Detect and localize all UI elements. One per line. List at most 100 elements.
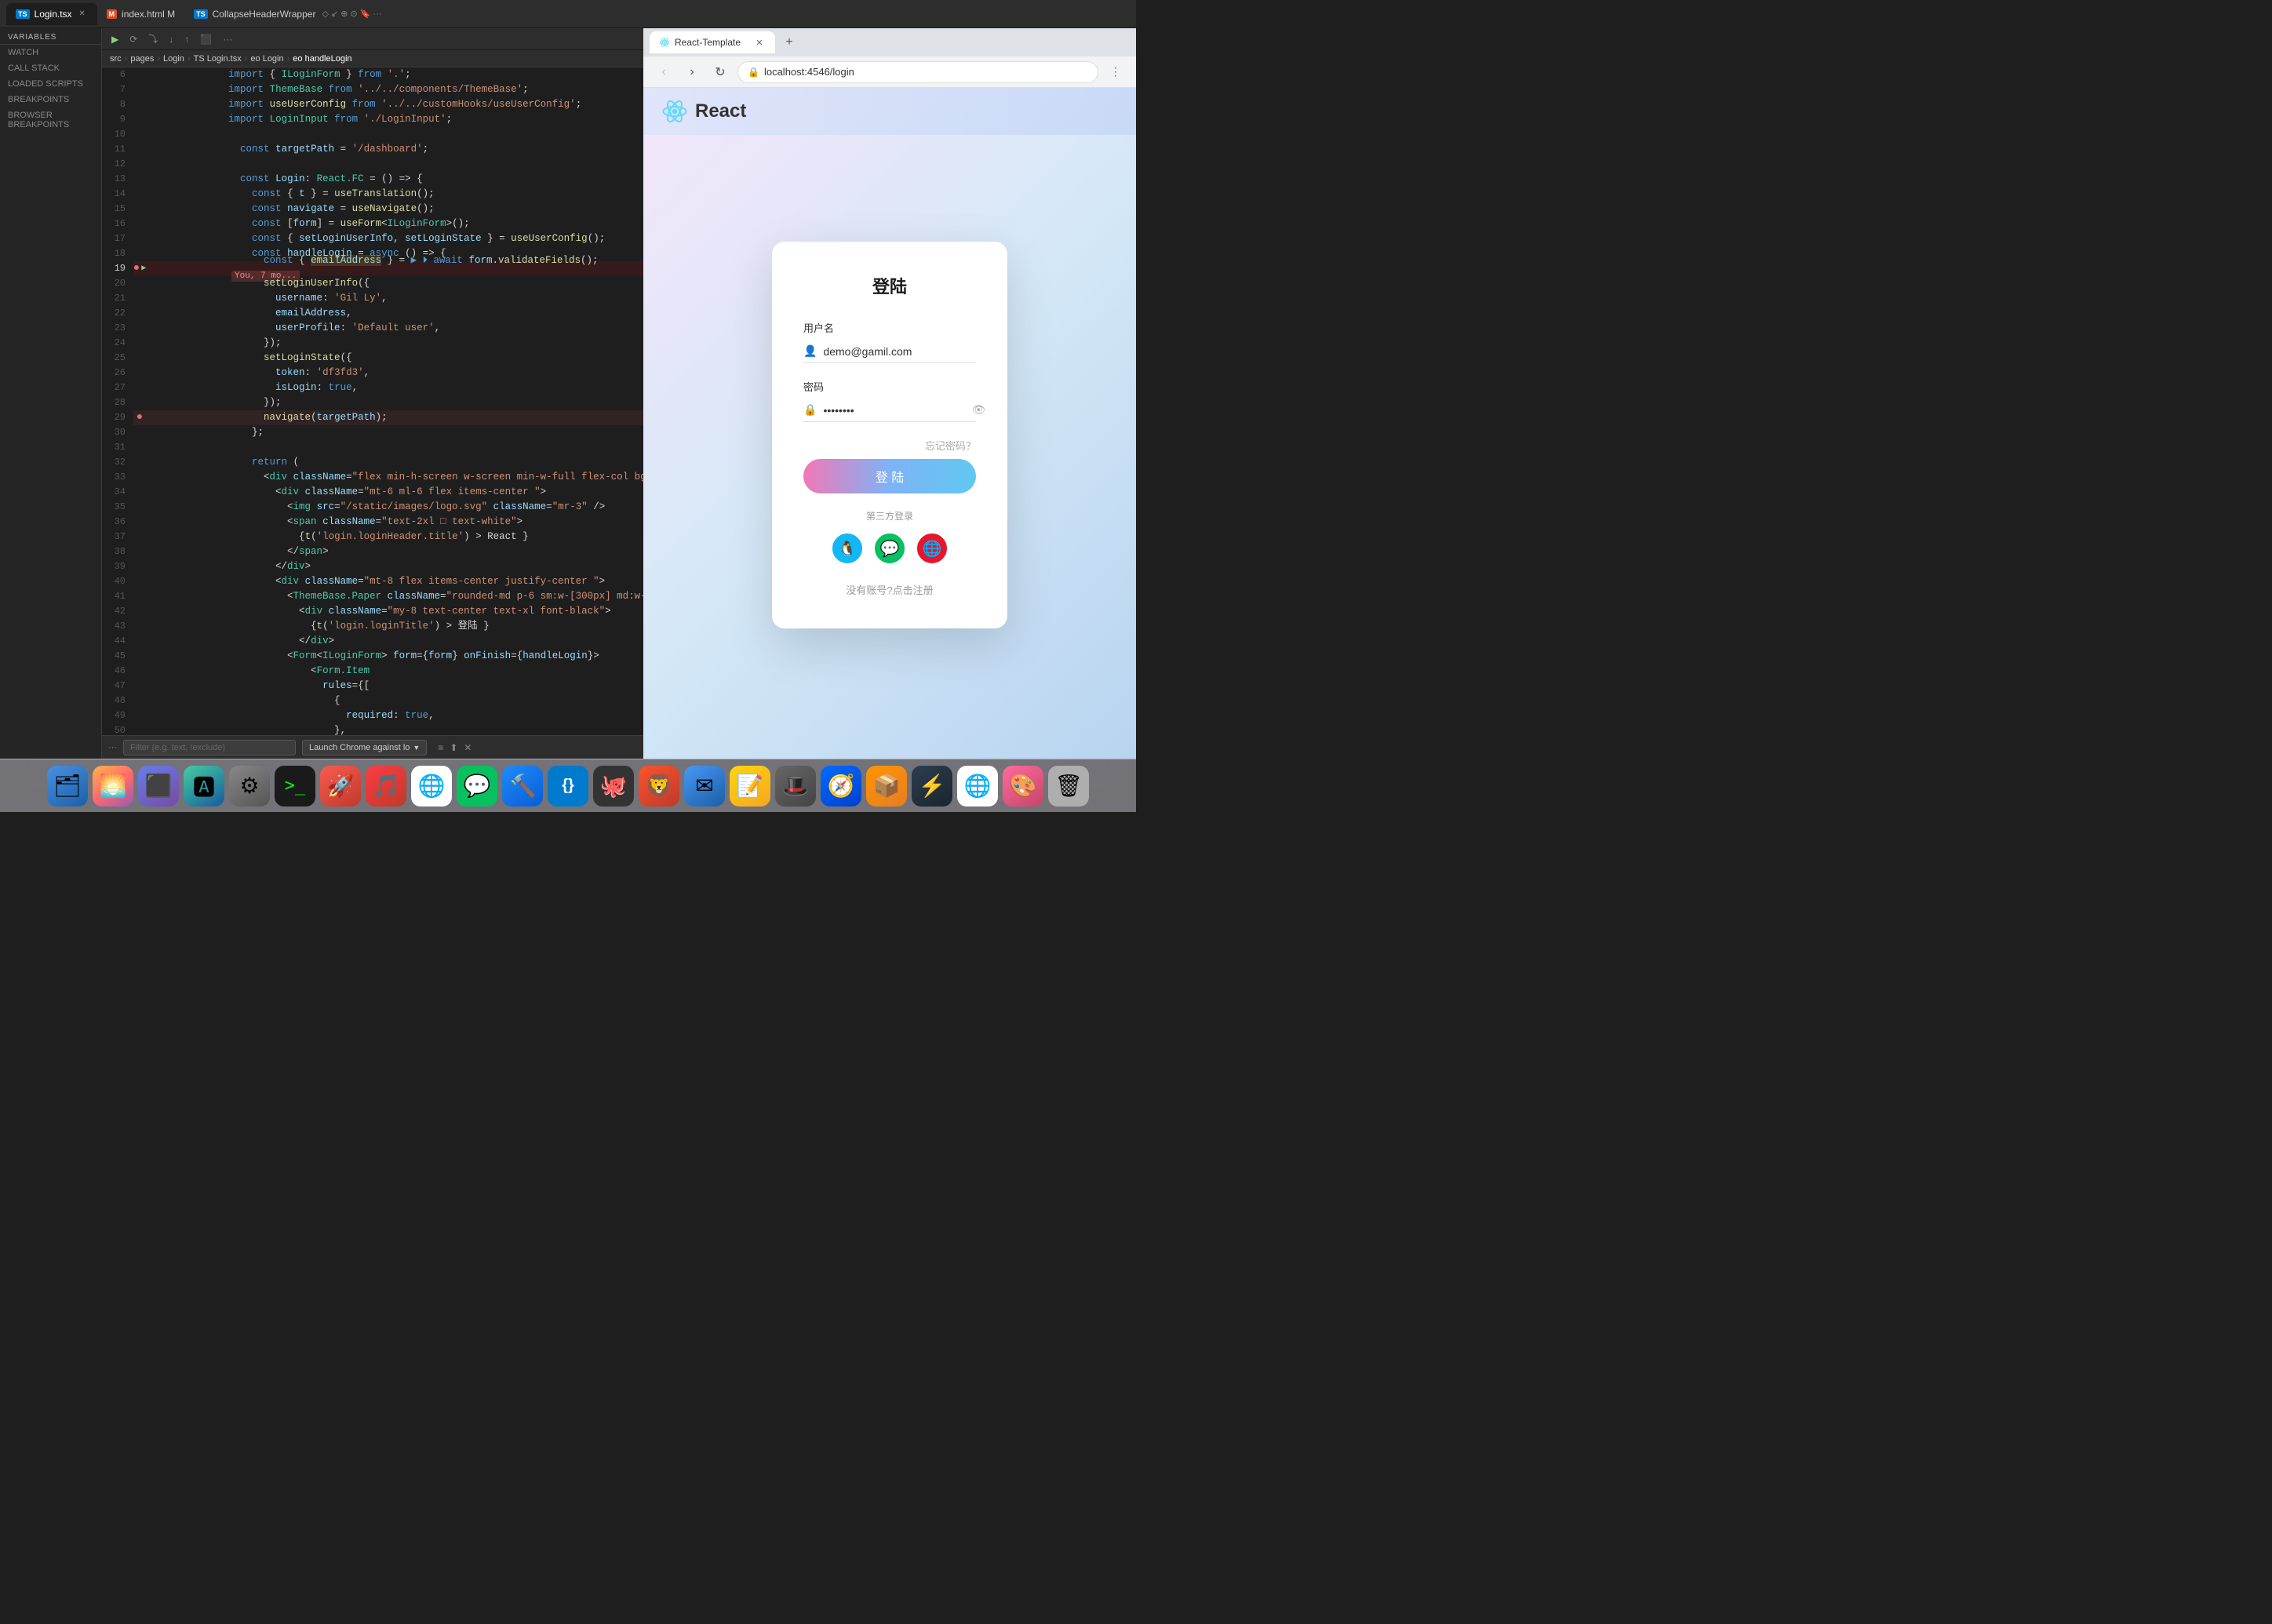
code-line-30: }; [133,425,643,440]
weibo-login-btn[interactable]: 🌐 [917,533,947,563]
qq-login-btn[interactable]: 🐧 [832,533,862,563]
dock-system-prefs[interactable]: ⚙ [229,766,270,807]
browser-tab-title: React-Template [675,37,748,48]
dock-launchpad[interactable]: ⬛ [138,766,179,807]
password-input[interactable] [823,404,965,417]
debug-watch[interactable]: WATCH [0,45,101,60]
ts-icon: TS [16,9,30,19]
dock-vscode[interactable]: {} [548,766,588,807]
login-button[interactable]: 登 陆 [803,459,976,493]
dock-transmit[interactable]: 🚀 [320,766,361,807]
debug-browser-breakpoints[interactable]: BROWSER BREAKPOINTS [0,107,101,133]
dock-alfred[interactable]: 🎩 [775,766,816,807]
launch-chrome-btn[interactable]: Launch Chrome against lo ▼ [302,740,427,756]
dock-safari[interactable]: 🧭 [821,766,861,807]
dock-photos[interactable]: 🌅 [93,766,133,807]
tab-bar: TS Login.tsx ✕ M index.html M TS Collaps… [0,0,1136,28]
username-input-wrapper[interactable]: 👤 [803,340,976,363]
restart-btn[interactable]: ⟳ [126,32,140,46]
gutter-19: ● ▶ [133,261,146,276]
close-panel-icon[interactable]: ✕ [462,741,473,755]
browser-menu-btn[interactable]: ⋮ [1105,61,1127,83]
bc-ts-login: TS Login.tsx [194,54,242,64]
new-browser-tab-btn[interactable]: + [778,31,800,53]
tab-collapse-wrapper[interactable]: TS CollapseHeaderWrapper ◇ ↙ ⊕ ⊙ 🔖 ··· [184,3,391,25]
bottom-panel: ··· Launch Chrome against lo ▼ ≡ ⬆ ✕ [102,735,643,759]
dock-trash[interactable]: 🗑 [1048,766,1089,807]
register-link[interactable]: 没有账号?点击注册 [803,582,976,597]
ln-34: 34 [102,485,126,500]
tab-label: Login.tsx [35,9,72,20]
address-bar[interactable]: 🔒 localhost:4546/login [737,61,1098,83]
dock-betterzip[interactable]: 📦 [866,766,907,807]
chrome-icon: 🌐 [418,773,446,799]
content-51: ]} [146,723,643,735]
dock-chrome-left[interactable]: 🌐 [411,766,452,807]
debug-call-stack[interactable]: CALL STACK [0,60,101,76]
code-area[interactable]: 6 7 8 9 10 11 12 13 14 15 16 17 18 19 20… [102,67,643,735]
run-btn[interactable]: ▶ [108,32,122,46]
debug-breakpoints[interactable]: BREAKPOINTS [0,92,101,107]
photos-icon: 🌅 [100,773,127,799]
dock-electron[interactable]: ⚡ [912,766,952,807]
ln-37: 37 [102,530,126,544]
password-form-group: 密码 🔒 👁 [803,379,976,422]
left-debug-panel: VARIABLES WATCH CALL STACK LOADED SCRIPT… [0,28,102,759]
tab-index-html[interactable]: M index.html M [97,3,185,25]
browser-tab-close-btn[interactable]: ✕ [753,36,766,49]
location-icon: 🔒 [748,67,759,78]
more-btn[interactable]: ··· [220,32,235,46]
filter-input[interactable] [123,740,296,756]
dock-wechat[interactable]: 💬 [457,766,497,807]
dock-app-store[interactable]: 🅰 [184,766,224,807]
bc-sep3: › [188,54,191,64]
dock-chrome-right[interactable]: 🌐 [957,766,998,807]
stop-btn[interactable]: ⬛ [197,32,215,46]
ln-43: 43 [102,619,126,634]
tab-login-tsx[interactable]: TS Login.tsx ✕ [6,3,97,25]
show-password-icon[interactable]: 👁 [971,403,985,417]
wechat-login-btn[interactable]: 💬 [875,533,905,563]
dock-brave[interactable]: 🦁 [639,766,679,807]
step-into-btn[interactable]: ↓ [166,32,177,46]
dock-finder[interactable]: 🗂 [47,766,88,807]
tab-label: CollapseHeaderWrapper [213,9,316,20]
bc-sep2: › [157,54,160,64]
breakpoints-label: BREAKPOINTS [8,95,69,104]
ln-32: 32 [102,455,126,470]
bottom-dots: ··· [108,743,117,752]
debug-loaded-scripts[interactable]: LOADED SCRIPTS [0,76,101,92]
terminal-icon: >_ [285,776,306,796]
dock-github[interactable]: 🐙 [593,766,634,807]
editor-toolbar: ▶ ⟳ ⤵ ↓ ↑ ⬛ ··· [102,28,643,50]
ln-9: 9 [102,112,126,127]
username-form-group: 用户名 👤 [803,320,976,363]
ln-13: 13 [102,172,126,187]
forgot-password-link[interactable]: 忘记密码？ [803,438,976,453]
up-icon[interactable]: ⬆ [448,741,459,755]
password-input-wrapper[interactable]: 🔒 👁 [803,399,976,422]
close-tab-btn[interactable]: ✕ [77,9,88,20]
dock-mail[interactable]: ✉ [684,766,725,807]
forward-btn[interactable]: › [681,61,703,83]
dock-music[interactable]: 🎵 [366,766,406,807]
step-over-btn[interactable]: ⤵ [145,31,161,47]
browser-tab-react[interactable]: React-Template ✕ [650,31,775,53]
ln-11: 11 [102,142,126,157]
list-icon[interactable]: ≡ [436,741,445,755]
step-out-btn[interactable]: ↑ [181,32,192,46]
react-header-title: React [695,100,746,122]
back-btn[interactable]: ‹ [653,61,675,83]
username-input[interactable] [823,345,976,358]
ln-35: 35 [102,500,126,515]
dock-notes[interactable]: 📝 [730,766,770,807]
pastel-icon: 🎨 [1010,773,1037,799]
dock-xcode[interactable]: 🔨 [502,766,543,807]
bc-handle-login: eo handleLogin [293,54,351,64]
browser-panel: React-Template ✕ + ‹ › ↻ 🔒 localhost:454… [643,28,1136,759]
refresh-btn[interactable]: ↻ [709,61,731,83]
ln-46: 46 [102,664,126,679]
ln-29: 29 [102,410,126,425]
dock-terminal[interactable]: >_ [275,766,315,807]
dock-pastel[interactable]: 🎨 [1003,766,1043,807]
